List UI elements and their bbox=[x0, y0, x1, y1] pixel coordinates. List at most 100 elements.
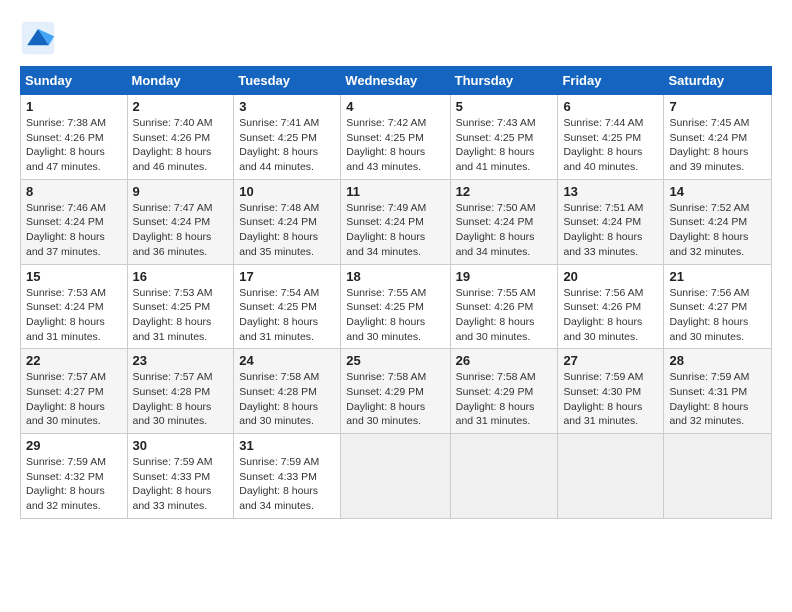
day-number: 12 bbox=[456, 184, 553, 199]
week-row-0: 1 Sunrise: 7:38 AMSunset: 4:26 PMDaylight… bbox=[21, 95, 772, 180]
calendar-cell: 13 Sunrise: 7:51 AMSunset: 4:24 PMDayligh… bbox=[558, 179, 664, 264]
calendar-cell: 22 Sunrise: 7:57 AMSunset: 4:27 PMDayligh… bbox=[21, 349, 128, 434]
day-info: Sunrise: 7:43 AMSunset: 4:25 PMDaylight:… bbox=[456, 116, 553, 175]
calendar-cell: 12 Sunrise: 7:50 AMSunset: 4:24 PMDayligh… bbox=[450, 179, 558, 264]
day-info: Sunrise: 7:50 AMSunset: 4:24 PMDaylight:… bbox=[456, 201, 553, 260]
day-number: 13 bbox=[563, 184, 658, 199]
day-info: Sunrise: 7:58 AMSunset: 4:28 PMDaylight:… bbox=[239, 370, 335, 429]
calendar-cell: 23 Sunrise: 7:57 AMSunset: 4:28 PMDayligh… bbox=[127, 349, 234, 434]
dow-saturday: Saturday bbox=[664, 67, 772, 95]
day-number: 7 bbox=[669, 99, 766, 114]
day-info: Sunrise: 7:58 AMSunset: 4:29 PMDaylight:… bbox=[346, 370, 444, 429]
day-number: 29 bbox=[26, 438, 122, 453]
calendar-table: SundayMondayTuesdayWednesdayThursdayFrid… bbox=[20, 66, 772, 519]
calendar-cell: 24 Sunrise: 7:58 AMSunset: 4:28 PMDayligh… bbox=[234, 349, 341, 434]
day-info: Sunrise: 7:58 AMSunset: 4:29 PMDaylight:… bbox=[456, 370, 553, 429]
calendar-cell: 6 Sunrise: 7:44 AMSunset: 4:25 PMDaylight… bbox=[558, 95, 664, 180]
day-info: Sunrise: 7:52 AMSunset: 4:24 PMDaylight:… bbox=[669, 201, 766, 260]
calendar-cell: 7 Sunrise: 7:45 AMSunset: 4:24 PMDaylight… bbox=[664, 95, 772, 180]
day-info: Sunrise: 7:59 AMSunset: 4:30 PMDaylight:… bbox=[563, 370, 658, 429]
day-number: 14 bbox=[669, 184, 766, 199]
day-info: Sunrise: 7:46 AMSunset: 4:24 PMDaylight:… bbox=[26, 201, 122, 260]
calendar-cell: 5 Sunrise: 7:43 AMSunset: 4:25 PMDaylight… bbox=[450, 95, 558, 180]
calendar-cell: 10 Sunrise: 7:48 AMSunset: 4:24 PMDayligh… bbox=[234, 179, 341, 264]
calendar-cell: 26 Sunrise: 7:58 AMSunset: 4:29 PMDayligh… bbox=[450, 349, 558, 434]
day-info: Sunrise: 7:53 AMSunset: 4:24 PMDaylight:… bbox=[26, 286, 122, 345]
dow-sunday: Sunday bbox=[21, 67, 128, 95]
dow-tuesday: Tuesday bbox=[234, 67, 341, 95]
day-info: Sunrise: 7:56 AMSunset: 4:26 PMDaylight:… bbox=[563, 286, 658, 345]
day-info: Sunrise: 7:57 AMSunset: 4:28 PMDaylight:… bbox=[133, 370, 229, 429]
calendar-cell: 9 Sunrise: 7:47 AMSunset: 4:24 PMDaylight… bbox=[127, 179, 234, 264]
day-number: 30 bbox=[133, 438, 229, 453]
calendar-cell: 31 Sunrise: 7:59 AMSunset: 4:33 PMDayligh… bbox=[234, 434, 341, 519]
day-number: 26 bbox=[456, 353, 553, 368]
day-number: 25 bbox=[346, 353, 444, 368]
calendar-cell: 27 Sunrise: 7:59 AMSunset: 4:30 PMDayligh… bbox=[558, 349, 664, 434]
calendar-cell: 20 Sunrise: 7:56 AMSunset: 4:26 PMDayligh… bbox=[558, 264, 664, 349]
calendar-cell: 18 Sunrise: 7:55 AMSunset: 4:25 PMDayligh… bbox=[341, 264, 450, 349]
week-row-3: 22 Sunrise: 7:57 AMSunset: 4:27 PMDayligh… bbox=[21, 349, 772, 434]
day-info: Sunrise: 7:59 AMSunset: 4:33 PMDaylight:… bbox=[133, 455, 229, 514]
day-number: 28 bbox=[669, 353, 766, 368]
day-number: 4 bbox=[346, 99, 444, 114]
calendar-cell: 19Sunrise: 7:55 AMSunset: 4:26 PMDayligh… bbox=[450, 264, 558, 349]
day-number: 6 bbox=[563, 99, 658, 114]
calendar-cell bbox=[664, 434, 772, 519]
day-number: 11 bbox=[346, 184, 444, 199]
day-number: 1 bbox=[26, 99, 122, 114]
day-info: Sunrise: 7:44 AMSunset: 4:25 PMDaylight:… bbox=[563, 116, 658, 175]
dow-wednesday: Wednesday bbox=[341, 67, 450, 95]
day-number: 27 bbox=[563, 353, 658, 368]
day-info: Sunrise: 7:40 AMSunset: 4:26 PMDaylight:… bbox=[133, 116, 229, 175]
calendar-cell: 17Sunrise: 7:54 AMSunset: 4:25 PMDayligh… bbox=[234, 264, 341, 349]
day-number: 15 bbox=[26, 269, 122, 284]
dow-thursday: Thursday bbox=[450, 67, 558, 95]
day-number: 22 bbox=[26, 353, 122, 368]
dow-monday: Monday bbox=[127, 67, 234, 95]
week-row-2: 15 Sunrise: 7:53 AMSunset: 4:24 PMDayligh… bbox=[21, 264, 772, 349]
day-number: 20 bbox=[563, 269, 658, 284]
logo-icon bbox=[20, 20, 56, 56]
day-of-week-header: SundayMondayTuesdayWednesdayThursdayFrid… bbox=[21, 67, 772, 95]
calendar-cell: 30 Sunrise: 7:59 AMSunset: 4:33 PMDayligh… bbox=[127, 434, 234, 519]
day-number: 31 bbox=[239, 438, 335, 453]
logo bbox=[20, 20, 62, 56]
day-info: Sunrise: 7:55 AMSunset: 4:25 PMDaylight:… bbox=[346, 286, 444, 345]
week-row-1: 8Sunrise: 7:46 AMSunset: 4:24 PMDaylight… bbox=[21, 179, 772, 264]
calendar-cell bbox=[450, 434, 558, 519]
day-info: Sunrise: 7:48 AMSunset: 4:24 PMDaylight:… bbox=[239, 201, 335, 260]
day-number: 24 bbox=[239, 353, 335, 368]
day-info: Sunrise: 7:59 AMSunset: 4:33 PMDaylight:… bbox=[239, 455, 335, 514]
day-number: 10 bbox=[239, 184, 335, 199]
day-info: Sunrise: 7:55 AMSunset: 4:26 PMDaylight:… bbox=[456, 286, 553, 345]
calendar-cell: 16Sunrise: 7:53 AMSunset: 4:25 PMDayligh… bbox=[127, 264, 234, 349]
day-number: 23 bbox=[133, 353, 229, 368]
day-number: 3 bbox=[239, 99, 335, 114]
day-number: 21 bbox=[669, 269, 766, 284]
week-row-4: 29 Sunrise: 7:59 AMSunset: 4:32 PMDayligh… bbox=[21, 434, 772, 519]
day-number: 18 bbox=[346, 269, 444, 284]
calendar-cell: 25 Sunrise: 7:58 AMSunset: 4:29 PMDayligh… bbox=[341, 349, 450, 434]
day-number: 16 bbox=[133, 269, 229, 284]
day-number: 17 bbox=[239, 269, 335, 284]
calendar-cell: 11Sunrise: 7:49 AMSunset: 4:24 PMDayligh… bbox=[341, 179, 450, 264]
day-info: Sunrise: 7:38 AMSunset: 4:26 PMDaylight:… bbox=[26, 116, 122, 175]
day-info: Sunrise: 7:59 AMSunset: 4:31 PMDaylight:… bbox=[669, 370, 766, 429]
calendar-cell bbox=[558, 434, 664, 519]
calendar-cell: 4Sunrise: 7:42 AMSunset: 4:25 PMDaylight… bbox=[341, 95, 450, 180]
calendar-cell: 1 Sunrise: 7:38 AMSunset: 4:26 PMDaylight… bbox=[21, 95, 128, 180]
day-info: Sunrise: 7:59 AMSunset: 4:32 PMDaylight:… bbox=[26, 455, 122, 514]
day-info: Sunrise: 7:57 AMSunset: 4:27 PMDaylight:… bbox=[26, 370, 122, 429]
calendar-cell: 8Sunrise: 7:46 AMSunset: 4:24 PMDaylight… bbox=[21, 179, 128, 264]
day-info: Sunrise: 7:47 AMSunset: 4:24 PMDaylight:… bbox=[133, 201, 229, 260]
calendar-cell: 28 Sunrise: 7:59 AMSunset: 4:31 PMDayligh… bbox=[664, 349, 772, 434]
page-header bbox=[20, 20, 772, 56]
day-info: Sunrise: 7:45 AMSunset: 4:24 PMDaylight:… bbox=[669, 116, 766, 175]
day-number: 5 bbox=[456, 99, 553, 114]
calendar-cell: 15 Sunrise: 7:53 AMSunset: 4:24 PMDayligh… bbox=[21, 264, 128, 349]
day-info: Sunrise: 7:51 AMSunset: 4:24 PMDaylight:… bbox=[563, 201, 658, 260]
day-number: 9 bbox=[133, 184, 229, 199]
calendar-cell: 2Sunrise: 7:40 AMSunset: 4:26 PMDaylight… bbox=[127, 95, 234, 180]
calendar-cell: 14 Sunrise: 7:52 AMSunset: 4:24 PMDayligh… bbox=[664, 179, 772, 264]
